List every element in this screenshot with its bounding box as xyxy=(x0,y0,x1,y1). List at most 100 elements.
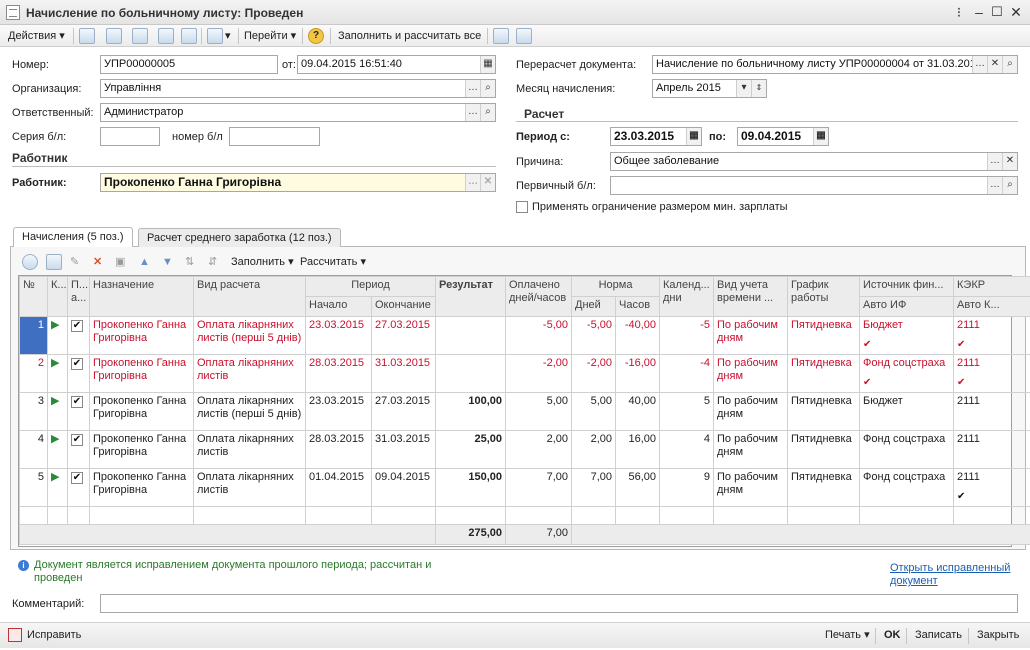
cell-type[interactable]: Оплата лікарняних листів (перші 5 днів) xyxy=(193,392,306,431)
cell-end[interactable]: 31.03.2015 xyxy=(371,430,436,469)
menu-icon[interactable]: ⁝ xyxy=(950,3,968,21)
structure-icon[interactable] xyxy=(207,28,223,44)
col-header-type[interactable]: Вид расчета xyxy=(193,276,306,317)
cell-name[interactable]: Прокопенко Ганна Григорівна xyxy=(89,392,194,431)
number-field[interactable]: УПР00000005 xyxy=(100,55,278,74)
print-menu[interactable]: Печать ▾ xyxy=(825,627,870,643)
table-row[interactable]: 5▶ Прокопенко Ганна ГригорівнаОплата ліка… xyxy=(19,468,1030,507)
cell-hours[interactable]: -40,00 xyxy=(614,316,661,355)
comment-field[interactable] xyxy=(100,594,1018,613)
cell-src[interactable]: Фонд соцстраха✔ xyxy=(859,354,955,393)
col-header-end[interactable]: Окончание xyxy=(371,296,436,317)
cell-days[interactable]: 7,00 xyxy=(571,468,616,507)
cell-hours[interactable]: 56,00 xyxy=(614,468,661,507)
fill-calc-all-button[interactable]: Заполнить и рассчитать все xyxy=(338,28,481,44)
col-header-paid[interactable]: Оплачено дней/часов xyxy=(505,276,572,317)
cell-start[interactable]: 23.03.2015 xyxy=(305,316,372,355)
search-icon[interactable]: ⌕ xyxy=(480,104,495,121)
cell-type[interactable]: Оплата лікарняних листів (перші 5 днів) xyxy=(193,316,306,355)
cell-sched[interactable]: Пятидневка xyxy=(787,392,861,431)
close-button[interactable]: Закрыть xyxy=(977,627,1019,643)
chevron-down-icon[interactable]: ▾ xyxy=(225,28,231,44)
delete-icon[interactable]: ✕ xyxy=(93,254,102,270)
new-document-icon[interactable] xyxy=(158,28,174,44)
search-icon[interactable]: ⌕ xyxy=(1002,56,1017,73)
table-row[interactable]: 2▶ Прокопенко Ганна ГригорівнаОплата ліка… xyxy=(19,354,1030,393)
cell-k[interactable]: ▶ xyxy=(47,316,68,355)
cell-acc[interactable]: По рабочим дням xyxy=(713,316,789,355)
cell-kekr[interactable]: 2111✔ xyxy=(953,430,1030,469)
col-header-k[interactable]: К... xyxy=(47,276,68,317)
reason-field[interactable]: Общее заболевание … ✕ xyxy=(610,152,1018,171)
col-header-cal[interactable]: Календ... дни xyxy=(659,276,715,317)
clear-icon[interactable]: ✕ xyxy=(987,56,1002,73)
cell-paid[interactable]: 2,00 xyxy=(505,430,572,469)
select-icon[interactable]: … xyxy=(465,80,480,97)
col-header-acc[interactable]: Вид учета времени ... xyxy=(713,276,789,317)
copy-icon[interactable] xyxy=(132,28,148,44)
cell-paid[interactable]: 7,00 xyxy=(505,468,572,507)
cell-type[interactable]: Оплата лікарняних листів xyxy=(193,430,306,469)
month-field[interactable]: Апрель 2015 ▾ ⇕ xyxy=(652,79,767,98)
calendar-icon[interactable]: ▦ xyxy=(813,128,828,145)
cell-days[interactable]: 2,00 xyxy=(571,430,616,469)
col-header-p[interactable]: П... а... xyxy=(67,276,90,317)
worker-field[interactable]: Прокопенко Ганна Григорівна … ✕ xyxy=(100,173,496,192)
help-icon[interactable]: ? xyxy=(308,28,324,44)
active-checkbox[interactable] xyxy=(71,358,83,370)
cell-name[interactable]: Прокопенко Ганна Григорівна xyxy=(89,468,194,507)
table-row[interactable]: 3▶ Прокопенко Ганна ГригорівнаОплата ліка… xyxy=(19,392,1030,431)
cell-name[interactable]: Прокопенко Ганна Григорівна xyxy=(89,354,194,393)
cell-paid[interactable]: 5,00 xyxy=(505,392,572,431)
col-header-name[interactable]: Назначение xyxy=(89,276,194,317)
copy-row-icon[interactable] xyxy=(46,254,62,270)
cell-k[interactable]: ▶ xyxy=(47,430,68,469)
cell-name[interactable]: Прокопенко Ганна Григорівна xyxy=(89,430,194,469)
cell-days[interactable]: -2,00 xyxy=(571,354,616,393)
series-field[interactable] xyxy=(100,127,160,146)
cell-k[interactable]: ▶ xyxy=(47,354,68,393)
col-header-days[interactable]: Дней xyxy=(571,296,616,317)
cell-p[interactable] xyxy=(67,316,90,355)
cell-paid[interactable]: -5,00 xyxy=(505,316,572,355)
search-icon[interactable]: ⌕ xyxy=(480,80,495,97)
cell-acc[interactable]: По рабочим дням xyxy=(713,354,789,393)
ok-button[interactable]: OK xyxy=(884,627,901,643)
cell-sched[interactable]: Пятидневка xyxy=(787,354,861,393)
cell-result[interactable]: 25,00 xyxy=(435,430,506,469)
cell-start[interactable]: 01.04.2015 xyxy=(305,468,372,507)
edit-icon[interactable]: ✎ xyxy=(70,254,79,270)
select-icon[interactable]: … xyxy=(987,153,1002,170)
cell-start[interactable]: 28.03.2015 xyxy=(305,430,372,469)
cell-sched[interactable]: Пятидневка xyxy=(787,316,861,355)
cell-src[interactable]: Фонд соцстраха✔ xyxy=(859,468,955,507)
select-icon[interactable]: … xyxy=(987,177,1002,194)
maximize-icon[interactable]: ☐ xyxy=(988,3,1006,21)
cell-p[interactable] xyxy=(67,392,90,431)
accruals-table[interactable]: № К... П... а... Назначение Вид расчета … xyxy=(18,275,1030,547)
move-up-icon[interactable]: ▲ xyxy=(139,254,150,270)
save-button[interactable]: Записать xyxy=(915,627,962,643)
cell-n[interactable]: 2 xyxy=(19,354,48,393)
tab-average-salary[interactable]: Расчет среднего заработка (12 поз.) xyxy=(138,228,341,247)
spinner-icon[interactable]: ⇕ xyxy=(751,80,766,97)
cell-cal[interactable]: -4 xyxy=(659,354,715,393)
col-header-start[interactable]: Начало xyxy=(305,296,372,317)
calendar-icon[interactable]: ▦ xyxy=(686,128,701,145)
active-checkbox[interactable] xyxy=(71,320,83,332)
period-from-field[interactable]: 23.03.2015 ▦ xyxy=(610,127,702,146)
cell-cal[interactable]: -5 xyxy=(659,316,715,355)
cell-n[interactable]: 3 xyxy=(19,392,48,431)
close-icon[interactable]: ✕ xyxy=(1007,3,1025,21)
active-checkbox[interactable] xyxy=(71,396,83,408)
cell-end[interactable]: 31.03.2015 xyxy=(371,354,436,393)
tab-accruals[interactable]: Начисления (5 поз.) xyxy=(13,227,133,247)
period-to-field[interactable]: 09.04.2015 ▦ xyxy=(737,127,829,146)
resp-field[interactable]: Администратор … ⌕ xyxy=(100,103,496,122)
col-header-src2[interactable]: Авто ИФ xyxy=(859,296,955,317)
cell-k[interactable]: ▶ xyxy=(47,468,68,507)
cell-src[interactable]: Бюджет✔ xyxy=(859,316,955,355)
fix-button[interactable]: Исправить xyxy=(27,627,81,643)
cell-p[interactable] xyxy=(67,468,90,507)
active-checkbox[interactable] xyxy=(71,434,83,446)
